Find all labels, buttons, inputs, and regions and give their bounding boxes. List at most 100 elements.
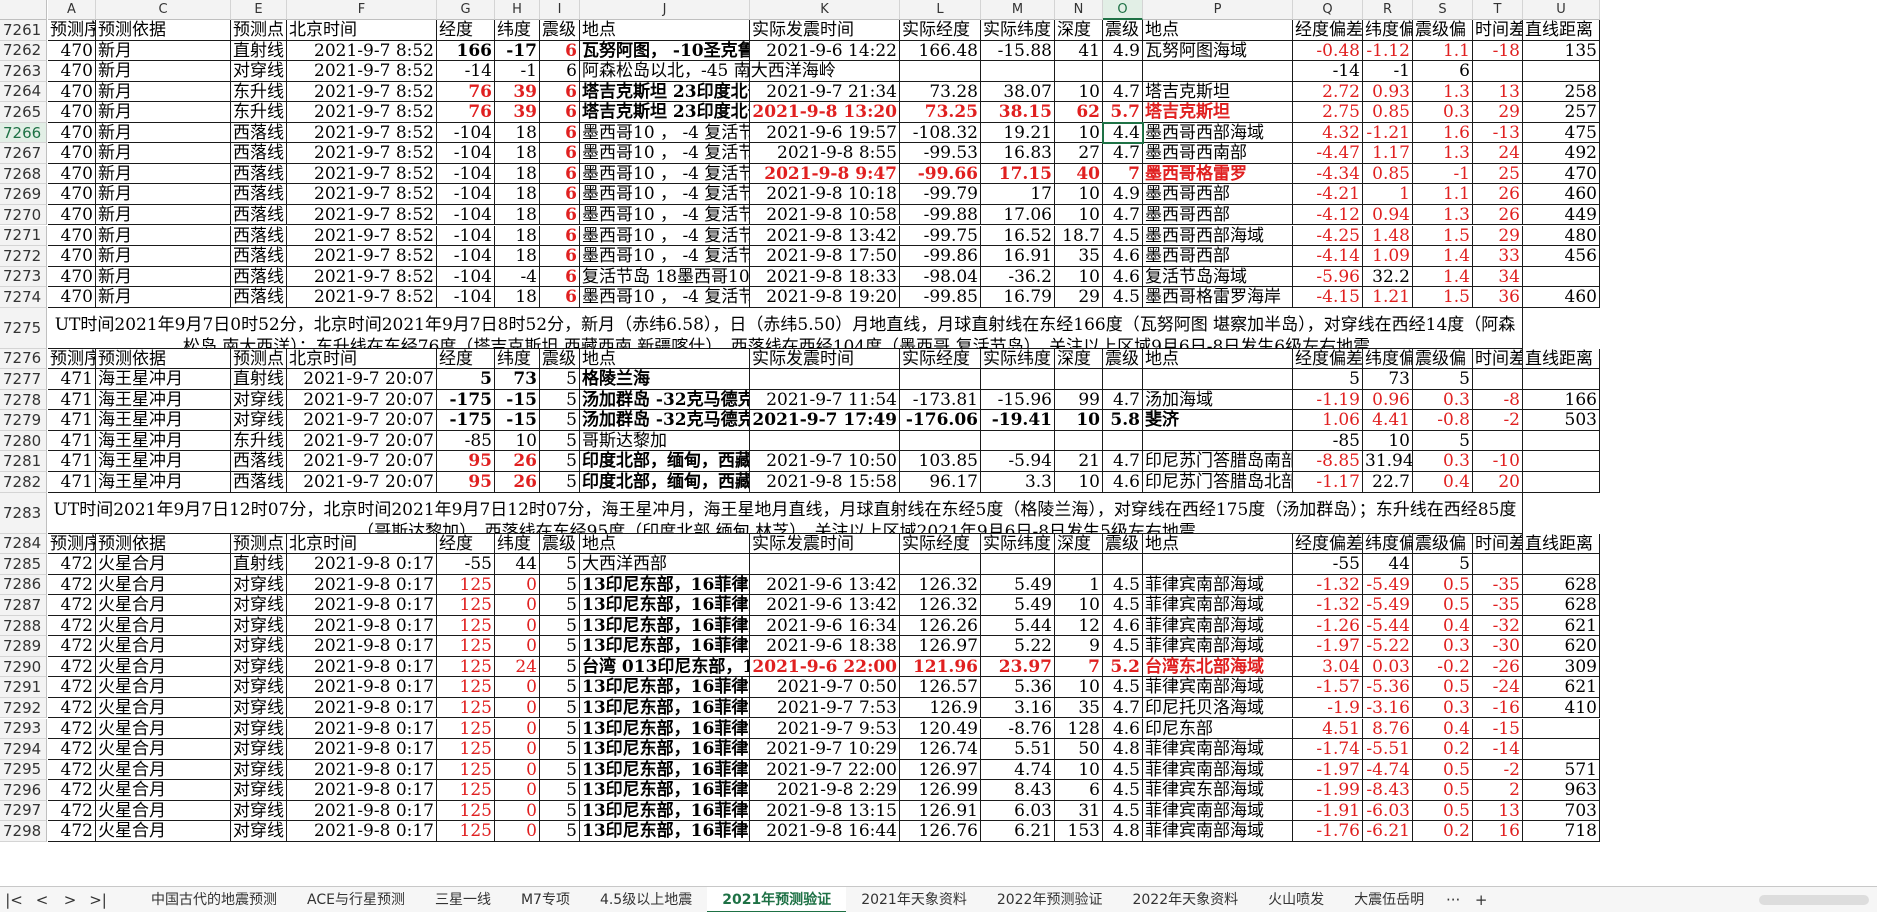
cell-pred-no[interactable]: 470 xyxy=(48,102,96,123)
cell-depth[interactable]: 27 xyxy=(1055,143,1103,164)
cell-lon-diff[interactable]: -4.21 xyxy=(1293,184,1363,205)
cell-basis[interactable]: 火星合月 xyxy=(96,677,231,698)
header-cell-actual-lat[interactable]: 实际纬度 xyxy=(981,533,1055,555)
cell-mag-diff[interactable]: 1.3 xyxy=(1413,143,1473,164)
header-cell-actual-lat[interactable]: 实际纬度 xyxy=(981,20,1055,41)
cell-pred-no[interactable]: 472 xyxy=(48,759,96,781)
cell-mag[interactable]: 5 xyxy=(540,410,580,431)
cell-actual-lon[interactable] xyxy=(900,430,981,452)
cell-pred-no[interactable]: 472 xyxy=(48,821,96,842)
header-cell-time-diff[interactable]: 时间差 xyxy=(1473,533,1523,555)
cell-lat[interactable]: 18 xyxy=(495,246,540,267)
column-header-m[interactable]: M xyxy=(981,0,1055,20)
cell-lat[interactable]: 0 xyxy=(495,739,540,760)
cell-lat[interactable]: 44 xyxy=(495,554,540,575)
row-header[interactable]: 7296 xyxy=(0,780,47,801)
cell-actual-time[interactable]: 2021-9-8 13:42 xyxy=(750,225,900,247)
cell-lon[interactable]: -14 xyxy=(437,61,495,82)
column-header-l[interactable]: L xyxy=(900,0,981,20)
cell-actual-place[interactable]: 瓦努阿图海域 xyxy=(1143,40,1293,62)
cell-depth[interactable]: 10 xyxy=(1055,81,1103,103)
cell-beijing-time[interactable]: 2021-9-7 8:52 xyxy=(287,61,437,82)
header-cell-beijing-time[interactable]: 北京时间 xyxy=(287,533,437,555)
cell-pred-point[interactable]: 对穿线 xyxy=(231,574,287,596)
cell-actual-time[interactable]: 2021-9-6 14:22 xyxy=(750,40,900,62)
cell-mag-diff[interactable]: 5 xyxy=(1413,430,1473,452)
cell-actual-mag[interactable] xyxy=(1103,554,1143,575)
cell-place[interactable]: 大西洋西部 xyxy=(580,554,750,575)
cell-actual-lat[interactable] xyxy=(981,369,1055,390)
cell-actual-mag[interactable]: 4.6 xyxy=(1103,266,1143,288)
cell-time-diff[interactable]: -35 xyxy=(1473,574,1523,596)
cell-distance[interactable] xyxy=(1523,739,1600,760)
cell-place[interactable]: 印度北部，缅甸，西藏 xyxy=(580,472,750,493)
cell-beijing-time[interactable]: 2021-9-8 0:17 xyxy=(287,554,437,575)
cell-mag[interactable]: 6 xyxy=(540,163,580,185)
cell-actual-lat[interactable]: 5.49 xyxy=(981,595,1055,616)
cell-basis[interactable]: 火星合月 xyxy=(96,739,231,760)
cell-lon[interactable]: 125 xyxy=(437,718,495,740)
cell-actual-lat[interactable]: 17 xyxy=(981,184,1055,205)
cell-place[interactable]: 瓦努阿图， -10圣克鲁 xyxy=(580,40,750,62)
cell-mag[interactable]: 6 xyxy=(540,143,580,164)
cell-actual-place[interactable]: 墨西哥西部 xyxy=(1143,184,1293,205)
cell-actual-mag[interactable]: 4.5 xyxy=(1103,287,1143,308)
cell-distance[interactable]: 257 xyxy=(1523,102,1600,123)
cell-beijing-time[interactable]: 2021-9-7 8:52 xyxy=(287,40,437,62)
cell-pred-no[interactable]: 472 xyxy=(48,739,96,760)
cell-actual-place[interactable]: 塔吉克斯坦 xyxy=(1143,102,1293,123)
header-cell-actual-lon[interactable]: 实际经度 xyxy=(900,533,981,555)
cell-actual-mag[interactable]: 4.9 xyxy=(1103,184,1143,205)
cell-place[interactable]: 墨西哥10 ， -4 复活节 xyxy=(580,225,750,247)
header-cell-distance[interactable]: 直线距离 xyxy=(1523,20,1600,41)
cell-pred-point[interactable]: 对穿线 xyxy=(231,656,287,678)
cell-place[interactable]: 塔吉克斯坦 23印度北部 xyxy=(580,81,750,103)
cell-distance[interactable]: 718 xyxy=(1523,821,1600,842)
row-header[interactable]: 7267 xyxy=(0,143,47,164)
cell-mag[interactable]: 5 xyxy=(540,759,580,781)
cell-actual-place[interactable]: 印尼东部 xyxy=(1143,718,1293,740)
header-cell-depth[interactable]: 深度 xyxy=(1055,20,1103,41)
cell-distance[interactable] xyxy=(1523,554,1600,575)
cell-basis[interactable]: 海王星冲月 xyxy=(96,369,231,390)
cell-mag-diff[interactable]: 1.5 xyxy=(1413,287,1473,308)
cell-pred-point[interactable]: 对穿线 xyxy=(231,410,287,431)
cell-actual-time[interactable]: 2021-9-8 15:58 xyxy=(750,472,900,493)
cell-actual-place[interactable]: 斐济 xyxy=(1143,410,1293,431)
cell-distance[interactable]: 963 xyxy=(1523,780,1600,801)
cell-lon-diff[interactable]: -14 xyxy=(1293,61,1363,82)
cell-basis[interactable]: 火星合月 xyxy=(96,595,231,616)
cell-actual-lon[interactable]: 126.74 xyxy=(900,739,981,760)
cell-mag-diff[interactable]: 0.3 xyxy=(1413,636,1473,657)
cell-beijing-time[interactable]: 2021-9-8 0:17 xyxy=(287,636,437,657)
cell-actual-time[interactable]: 2021-9-6 22:00 xyxy=(750,656,900,678)
cell-depth[interactable]: 153 xyxy=(1055,821,1103,842)
column-header-q[interactable]: Q xyxy=(1293,0,1363,20)
cell-lon-diff[interactable]: 3.04 xyxy=(1293,656,1363,678)
cell-actual-time[interactable]: 2021-9-7 21:34 xyxy=(750,81,900,103)
cell-distance[interactable]: 475 xyxy=(1523,122,1600,144)
column-header-p[interactable]: P xyxy=(1143,0,1293,20)
cell-beijing-time[interactable]: 2021-9-8 0:17 xyxy=(287,821,437,842)
header-cell-mag[interactable]: 震级 xyxy=(540,348,580,370)
cell-place[interactable]: 墨西哥10 ， -4 复活节 xyxy=(580,246,750,267)
cell-actual-lon[interactable]: -99.79 xyxy=(900,184,981,205)
cell-lon-diff[interactable]: -1.57 xyxy=(1293,677,1363,698)
header-cell-lon[interactable]: 经度 xyxy=(437,533,495,555)
cell-beijing-time[interactable]: 2021-9-7 20:07 xyxy=(287,410,437,431)
cell-actual-place[interactable]: 墨西哥西部海域 xyxy=(1143,122,1293,144)
cell-actual-lon[interactable] xyxy=(900,61,981,82)
cell-mag[interactable]: 5 xyxy=(540,780,580,801)
cell-actual-time[interactable]: 2021-9-8 17:50 xyxy=(750,246,900,267)
cell-depth[interactable] xyxy=(1055,369,1103,390)
cell-pred-no[interactable]: 471 xyxy=(48,389,96,411)
row-header[interactable]: 7274 xyxy=(0,287,47,308)
cell-time-diff[interactable]: 24 xyxy=(1473,143,1523,164)
cell-lon-diff[interactable]: 4.51 xyxy=(1293,718,1363,740)
cell-place[interactable]: 墨西哥10 ， -4 复活节 xyxy=(580,204,750,226)
cell-actual-lon[interactable]: 103.85 xyxy=(900,451,981,472)
cell-mag-diff[interactable]: -1 xyxy=(1413,163,1473,185)
cell-depth[interactable] xyxy=(1055,554,1103,575)
cell-actual-lon[interactable]: 126.76 xyxy=(900,821,981,842)
cell-depth[interactable]: 1 xyxy=(1055,574,1103,596)
